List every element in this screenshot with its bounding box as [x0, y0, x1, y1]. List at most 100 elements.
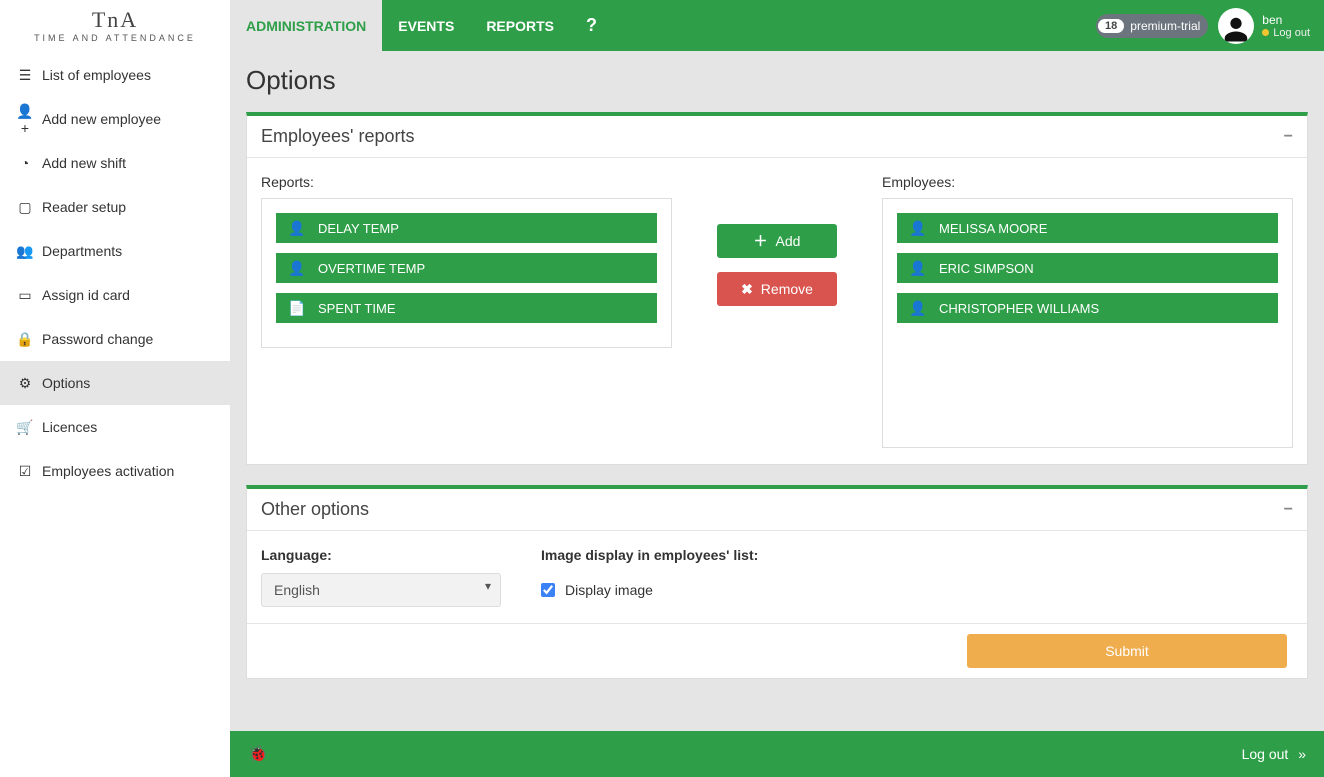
- user-plus-icon: 👤+: [16, 103, 34, 136]
- bug-icon[interactable]: 🐞: [248, 744, 268, 764]
- report-item-label: DELAY TEMP: [318, 221, 399, 236]
- sidebar-item-list-employees[interactable]: ☰ List of employees: [0, 53, 230, 97]
- language-label: Language:: [261, 547, 501, 563]
- image-display-option: Image display in employees' list: Displa…: [541, 547, 758, 607]
- sidebar-item-options[interactable]: ⚙ Options: [0, 361, 230, 405]
- language-option: Language: English: [261, 547, 501, 607]
- plan-label: premium-trial: [1130, 19, 1200, 33]
- sidebar-item-departments[interactable]: 👥 Departments: [0, 229, 230, 273]
- panel-other-options: Other options − Language: English Image …: [246, 485, 1308, 679]
- panel-footer: Submit: [247, 623, 1307, 678]
- sidebar-item-label: Employees activation: [42, 463, 174, 479]
- main-content: Options Employees' reports − Reports: 👤D…: [230, 51, 1324, 731]
- sidebar-item-assign-id[interactable]: ▭ Assign id card: [0, 273, 230, 317]
- sidebar-nav: ☰ List of employees 👤+ Add new employee ◔ Add…: [0, 51, 230, 493]
- employees-label: Employees:: [882, 174, 1293, 190]
- close-icon: ✖: [741, 281, 753, 298]
- employee-item-label: MELISSA MOORE: [939, 221, 1047, 236]
- person-icon: 👤: [288, 220, 318, 237]
- panel-employees-reports: Employees' reports − Reports: 👤DELAY TEM…: [246, 112, 1308, 465]
- status-dot-icon: [1262, 29, 1269, 36]
- image-display-label: Image display in employees' list:: [541, 547, 758, 563]
- report-item[interactable]: 👤OVERTIME TEMP: [276, 253, 657, 283]
- gear-icon: ⚙: [16, 375, 34, 392]
- user-block: ben Log out: [1262, 0, 1324, 51]
- plan-days: 18: [1098, 19, 1124, 33]
- add-button[interactable]: ＋ Add: [717, 224, 837, 258]
- sidebar-item-label: Add new employee: [42, 111, 161, 127]
- report-item[interactable]: 👤DELAY TEMP: [276, 213, 657, 243]
- sidebar-item-label: Reader setup: [42, 199, 126, 215]
- logo-subtitle: TIME AND ATTENDANCE: [34, 33, 196, 43]
- plan-badge[interactable]: 18 premium-trial: [1096, 14, 1208, 38]
- employee-item[interactable]: 👤MELISSA MOORE: [897, 213, 1278, 243]
- chevron-right-icon: »: [1298, 746, 1306, 762]
- card-icon: ▭: [16, 287, 34, 304]
- sidebar-item-label: List of employees: [42, 67, 151, 83]
- sidebar-item-add-employee[interactable]: 👤+ Add new employee: [0, 97, 230, 141]
- sidebar-item-label: Licences: [42, 419, 97, 435]
- avatar[interactable]: [1218, 8, 1254, 44]
- sidebar-item-label: Assign id card: [42, 287, 130, 303]
- employee-item[interactable]: 👤CHRISTOPHER WILLIAMS: [897, 293, 1278, 323]
- sidebar-item-label: Departments: [42, 243, 122, 259]
- panel-header: Employees' reports −: [247, 116, 1307, 158]
- actions-column: ＋ Add ✖ Remove: [672, 174, 882, 448]
- page-title: Options: [246, 65, 1308, 96]
- reports-label: Reports:: [261, 174, 672, 190]
- users-icon: 👥: [16, 243, 34, 260]
- clock-icon: ◔: [16, 155, 34, 171]
- avatar-icon: [1221, 14, 1251, 44]
- person-icon: 👤: [288, 260, 318, 277]
- display-image-text: Display image: [565, 582, 653, 598]
- collapse-icon[interactable]: −: [1284, 128, 1293, 146]
- tab-events[interactable]: EVENTS: [382, 0, 470, 51]
- topbar: ADMINISTRATION EVENTS REPORTS ? 18 premi…: [230, 0, 1324, 51]
- employees-column: Employees: 👤MELISSA MOORE👤ERIC SIMPSON👤C…: [882, 174, 1293, 448]
- employees-list: 👤MELISSA MOORE👤ERIC SIMPSON👤CHRISTOPHER …: [882, 198, 1293, 448]
- report-item-label: OVERTIME TEMP: [318, 261, 425, 276]
- sidebar-item-activation[interactable]: ☑ Employees activation: [0, 449, 230, 493]
- logo-mark: TnA: [92, 9, 138, 31]
- report-item[interactable]: 📄SPENT TIME: [276, 293, 657, 323]
- person-icon: 👤: [909, 220, 939, 237]
- panel-title: Employees' reports: [261, 126, 415, 147]
- sidebar-item-add-shift[interactable]: ◔ Add new shift: [0, 141, 230, 185]
- collapse-icon[interactable]: −: [1284, 501, 1293, 519]
- footer-logout-link[interactable]: Log out »: [1242, 746, 1306, 762]
- plus-icon: ＋: [754, 231, 768, 251]
- person-icon: 👤: [909, 260, 939, 277]
- panel-header: Other options −: [247, 489, 1307, 531]
- cart-icon: 🛒: [16, 419, 34, 436]
- tab-reports[interactable]: REPORTS: [470, 0, 570, 51]
- language-select[interactable]: English: [261, 573, 501, 607]
- user-name: ben: [1262, 13, 1310, 27]
- sidebar-item-password-change[interactable]: 🔒Password change: [0, 317, 230, 361]
- display-image-input[interactable]: [541, 583, 555, 597]
- lock-icon: 🔒: [16, 331, 34, 348]
- footer: 🐞 Log out »: [230, 731, 1324, 777]
- submit-button[interactable]: Submit: [967, 634, 1287, 668]
- document-icon: 📄: [288, 300, 318, 317]
- app-logo: TnA TIME AND ATTENDANCE: [0, 0, 230, 51]
- top-logout-link[interactable]: Log out: [1262, 27, 1310, 39]
- remove-button[interactable]: ✖ Remove: [717, 272, 837, 306]
- person-icon: 👤: [909, 300, 939, 317]
- sidebar-item-label: Add new shift: [42, 155, 126, 171]
- reports-column: Reports: 👤DELAY TEMP👤OVERTIME TEMP📄SPENT…: [261, 174, 672, 448]
- employee-item-label: CHRISTOPHER WILLIAMS: [939, 301, 1099, 316]
- check-icon: ☑: [16, 463, 34, 480]
- sidebar-item-licences[interactable]: 🛒 Licences: [0, 405, 230, 449]
- logo-mark-text: TnA: [92, 7, 138, 32]
- sidebar-item-label: Options: [42, 375, 90, 391]
- tab-help[interactable]: ?: [570, 0, 613, 51]
- tab-administration[interactable]: ADMINISTRATION: [230, 0, 382, 51]
- display-image-checkbox[interactable]: Display image: [541, 573, 653, 607]
- sidebar: TnA TIME AND ATTENDANCE ☰ List of employe…: [0, 0, 230, 777]
- report-item-label: SPENT TIME: [318, 301, 396, 316]
- tablet-icon: ▢: [16, 199, 34, 216]
- list-icon: ☰: [16, 67, 34, 84]
- reports-list: 👤DELAY TEMP👤OVERTIME TEMP📄SPENT TIME: [261, 198, 672, 348]
- employee-item[interactable]: 👤ERIC SIMPSON: [897, 253, 1278, 283]
- sidebar-item-reader-setup[interactable]: ▢ Reader setup: [0, 185, 230, 229]
